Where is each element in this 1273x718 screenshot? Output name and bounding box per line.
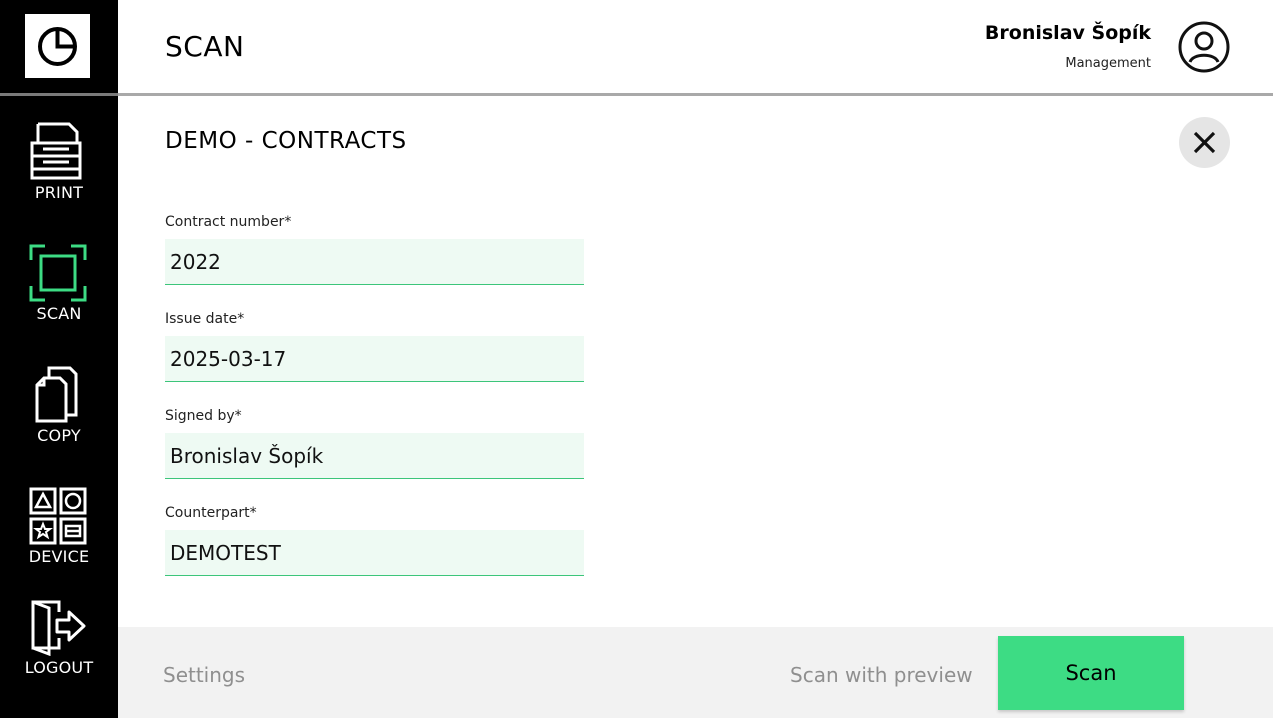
issue-date-input[interactable] [165,336,584,382]
footer-bar: Settings Scan with preview Scan [118,627,1273,718]
page-title: SCAN [165,30,245,63]
settings-button[interactable]: Settings [163,663,245,687]
sidebar-item-label: PRINT [34,183,84,202]
sidebar-item-logout[interactable]: LOGOUT [0,598,118,698]
counterpart-input[interactable] [165,530,584,576]
sidebar: PRINT SCAN COPY DEVICE LOGOUT [0,0,118,718]
sidebar-divider [0,93,118,96]
sidebar-item-scan[interactable]: SCAN [0,244,118,344]
scan-with-preview-button[interactable]: Scan with preview [790,663,973,687]
app-logo [25,14,90,78]
form-title: DEMO - CONTRACTS [165,128,407,154]
counterpart-label: Counterpart* [165,505,257,521]
header: SCAN Bronislav Šopík Management [118,0,1273,93]
printer-icon [30,122,82,180]
sidebar-item-device[interactable]: DEVICE [0,487,118,587]
device-shapes-icon [29,487,87,545]
contract-number-label: Contract number* [165,214,292,230]
user-role: Management [1065,56,1151,71]
header-divider [118,93,1273,96]
pie-chart-icon [38,27,77,66]
signed-by-input[interactable] [165,433,584,479]
signed-by-label: Signed by* [165,408,242,424]
user-name: Bronislav Šopík [984,22,1151,44]
contract-number-input[interactable] [165,239,584,285]
issue-date-label: Issue date* [165,311,245,327]
sidebar-item-print[interactable]: PRINT [0,122,118,222]
copy-icon [35,366,78,423]
sidebar-item-label: SCAN [36,304,82,323]
scan-frame-icon [29,244,87,302]
logout-icon [31,600,86,656]
close-icon [1193,131,1216,154]
user-avatar-icon[interactable] [1178,21,1230,73]
sidebar-item-label: LOGOUT [24,658,94,677]
sidebar-item-label: COPY [37,426,81,445]
scan-button[interactable]: Scan [998,636,1184,710]
sidebar-item-copy[interactable]: COPY [0,366,118,466]
close-button[interactable] [1179,117,1230,168]
sidebar-item-label: DEVICE [28,547,90,566]
